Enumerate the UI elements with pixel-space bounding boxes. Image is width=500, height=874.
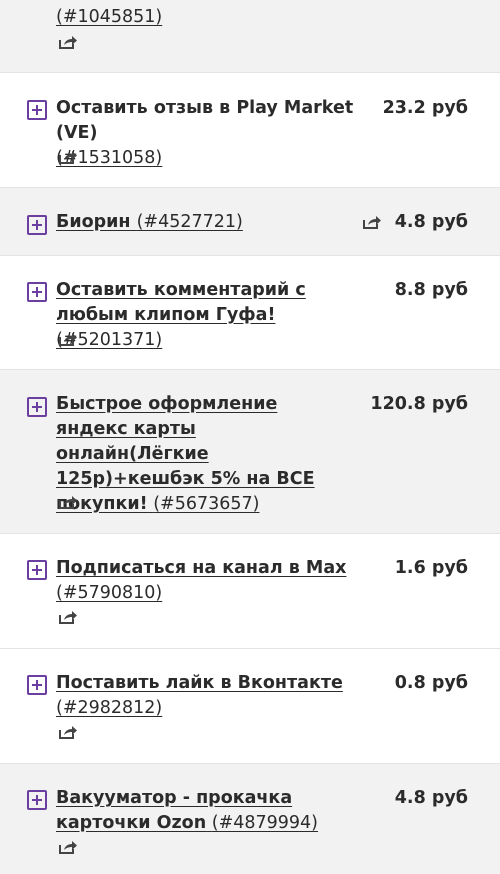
task-link[interactable]: (#1045851) bbox=[56, 7, 162, 27]
task-id: (#4879994) bbox=[211, 813, 319, 833]
task-id: (#5673657) bbox=[153, 494, 260, 514]
add-task-button[interactable] bbox=[27, 560, 47, 580]
task-name: Поставить лайк в Вконтакте bbox=[56, 673, 343, 693]
task-id: (#2982812) bbox=[56, 698, 163, 718]
share-icon[interactable] bbox=[362, 214, 382, 230]
task-link[interactable]: Оставить отзыв в Play Market (VE) bbox=[56, 98, 353, 143]
task-id: (#4527721) bbox=[136, 212, 243, 232]
task-row: Вакууматор - прокачка карточки Ozon (#48… bbox=[0, 764, 500, 874]
task-id-link[interactable]: (#5790810) bbox=[56, 583, 162, 603]
task-title: Поставить лайк в Вконтакте (#2982812) bbox=[56, 671, 356, 721]
task-title: Быстрое оформление яндекс карты онлайн(Л… bbox=[56, 392, 336, 517]
task-price: 120.8 руб bbox=[370, 394, 468, 414]
task-price: 23.2 руб bbox=[382, 98, 468, 118]
share-icon[interactable] bbox=[58, 839, 78, 855]
task-link[interactable]: Подписаться на канал в Max bbox=[56, 558, 346, 578]
task-name: Подписаться на канал в Max bbox=[56, 558, 347, 578]
task-row: Оставить отзыв в Play Market (VE) (#1531… bbox=[0, 73, 500, 188]
task-link[interactable]: Вакууматор - прокачка карточки Ozon (#48… bbox=[56, 788, 318, 833]
task-link[interactable]: Быстрое оформление яндекс карты онлайн(Л… bbox=[56, 394, 315, 514]
share-icon[interactable] bbox=[58, 331, 78, 347]
task-name: Оставить отзыв в Play Market (VE) bbox=[56, 98, 354, 143]
share-icon[interactable] bbox=[58, 724, 78, 740]
task-row: Поставить лайк в Вконтакте (#2982812) 0.… bbox=[0, 649, 500, 764]
share-icon[interactable] bbox=[58, 34, 78, 50]
task-title: Оставить комментарий с любым клипом Гуфа… bbox=[56, 278, 356, 353]
task-title: Оставить отзыв в Play Market (VE) (#1531… bbox=[56, 96, 356, 171]
task-link[interactable]: Оставить комментарий с любым клипом Гуфа… bbox=[56, 280, 306, 350]
task-row: Биорин (#4527721) 4.8 руб bbox=[0, 188, 500, 256]
task-row: Подписаться на канал в Max (#5790810) 1.… bbox=[0, 534, 500, 649]
task-name: Оставить комментарий с любым клипом Гуфа… bbox=[56, 280, 306, 325]
add-task-button[interactable] bbox=[27, 100, 47, 120]
share-icon[interactable] bbox=[58, 149, 78, 165]
task-price: 4.8 руб bbox=[394, 212, 468, 232]
task-title: Биорин (#4527721) bbox=[56, 210, 356, 235]
task-id: (#5790810) bbox=[56, 583, 163, 603]
task-link[interactable]: Поставить лайк в Вконтакте bbox=[56, 673, 343, 693]
add-task-button[interactable] bbox=[27, 397, 47, 417]
share-icon[interactable] bbox=[58, 494, 78, 510]
task-row: (#1045851) bbox=[0, 0, 500, 73]
task-row: Быстрое оформление яндекс карты онлайн(Л… bbox=[0, 370, 500, 534]
task-price: 1.6 руб bbox=[394, 558, 468, 578]
task-title: (#1045851) bbox=[56, 5, 356, 30]
add-task-button[interactable] bbox=[27, 282, 47, 302]
task-row: Оставить комментарий с любым клипом Гуфа… bbox=[0, 256, 500, 370]
add-task-button[interactable] bbox=[27, 215, 47, 235]
task-link[interactable]: Биорин (#4527721) bbox=[56, 212, 243, 232]
task-price: 4.8 руб bbox=[394, 788, 468, 808]
task-name: Биорин bbox=[56, 212, 137, 232]
task-title: Вакууматор - прокачка карточки Ozon (#48… bbox=[56, 786, 356, 836]
task-id: (#1045851) bbox=[56, 7, 163, 27]
task-price: 8.8 руб bbox=[394, 280, 468, 300]
task-price: 0.8 руб bbox=[394, 673, 468, 693]
add-task-button[interactable] bbox=[27, 675, 47, 695]
add-task-button[interactable] bbox=[27, 790, 47, 810]
task-id-link[interactable]: (#2982812) bbox=[56, 698, 162, 718]
task-title: Подписаться на канал в Max (#5790810) bbox=[56, 556, 356, 606]
share-icon[interactable] bbox=[58, 609, 78, 625]
